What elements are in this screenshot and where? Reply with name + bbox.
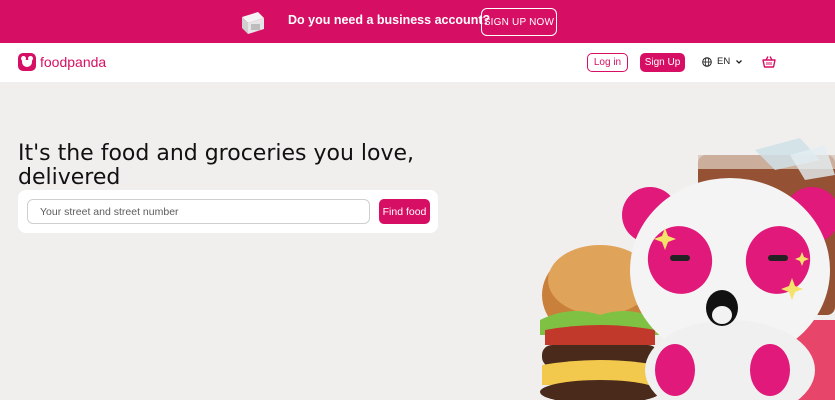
language-selector[interactable]: EN bbox=[702, 56, 743, 67]
basket-icon[interactable] bbox=[762, 55, 776, 69]
panda-mascot-illustration bbox=[540, 138, 835, 400]
business-promo-banner: Do you need a business account? SIGN UP … bbox=[0, 0, 835, 43]
panda-logo-icon bbox=[18, 53, 36, 71]
chevron-down-icon bbox=[736, 59, 743, 64]
briefcase-icon bbox=[242, 12, 264, 34]
login-button[interactable]: Log in bbox=[587, 53, 628, 72]
brand-logo[interactable]: foodpanda bbox=[18, 53, 106, 71]
panda-character bbox=[622, 178, 835, 400]
globe-icon bbox=[702, 56, 712, 67]
language-code: EN bbox=[717, 56, 731, 67]
brand-name: foodpanda bbox=[40, 54, 107, 70]
address-search-card: Find food bbox=[18, 190, 438, 233]
top-navigation: foodpanda Log in Sign Up EN bbox=[0, 43, 835, 82]
find-food-button[interactable]: Find food bbox=[379, 199, 430, 224]
business-signup-button[interactable]: SIGN UP NOW bbox=[481, 8, 557, 36]
promo-text: Do you need a business account? bbox=[288, 13, 491, 27]
hero-title: It's the food and groceries you love, de… bbox=[18, 141, 415, 190]
signup-button[interactable]: Sign Up bbox=[640, 53, 685, 72]
address-input[interactable] bbox=[27, 199, 370, 224]
